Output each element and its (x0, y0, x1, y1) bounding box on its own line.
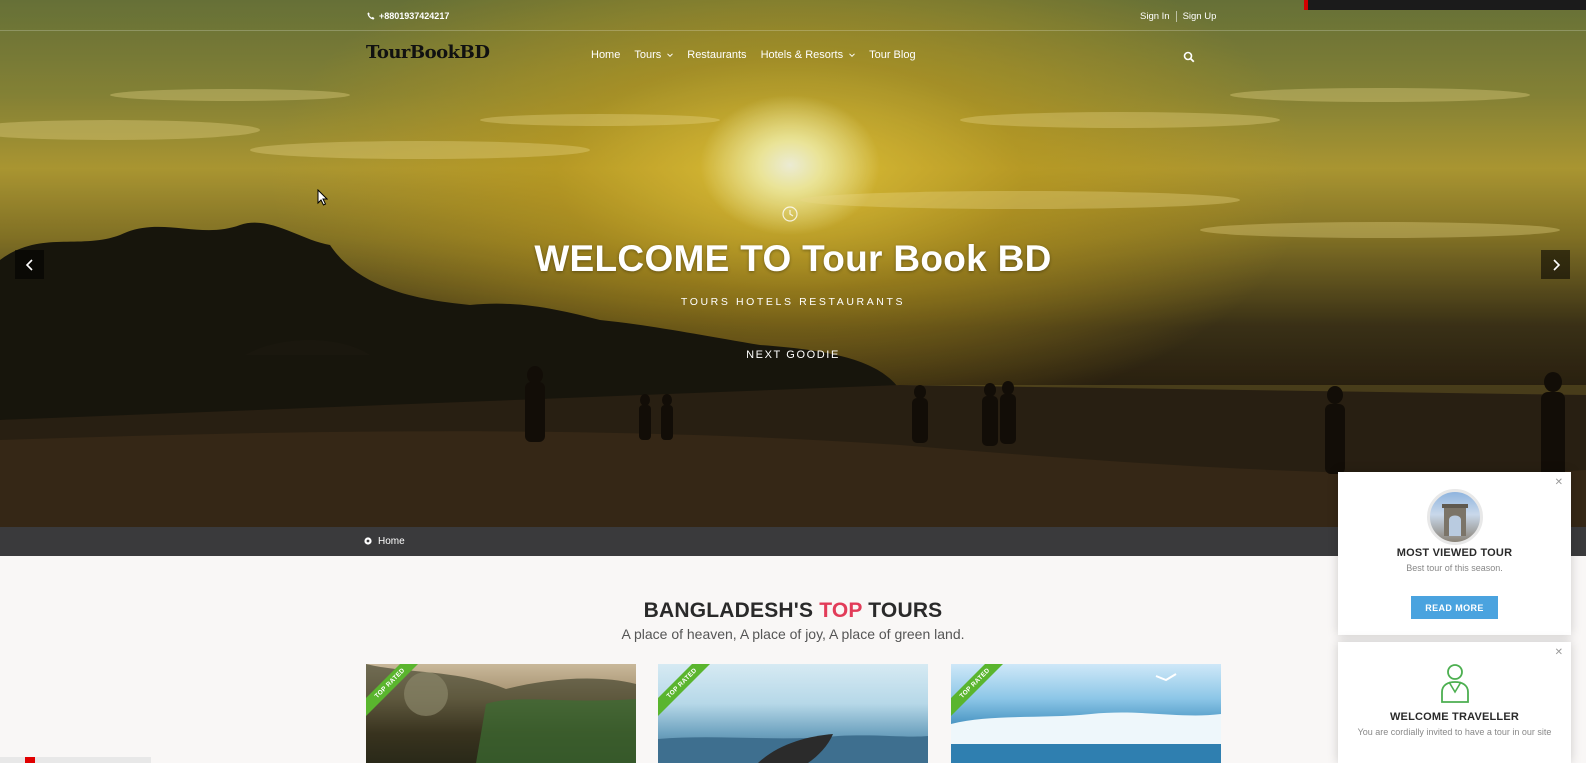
section-title-part1: BANGLADESH'S (643, 599, 820, 622)
sign-up-link[interactable]: Sign Up (1183, 11, 1217, 22)
phone-contact[interactable]: +8801937424217 (367, 11, 449, 21)
nav-item-blog[interactable]: Tour Blog (869, 49, 915, 61)
phone-icon (367, 12, 375, 20)
most-viewed-widget: ✕ MOST VIEWED TOUR Best tour of this sea… (1338, 472, 1571, 635)
nav-item-restaurants[interactable]: Restaurants (687, 49, 746, 61)
arrow-left-icon (25, 258, 33, 271)
close-icon[interactable]: ✕ (1555, 477, 1563, 488)
video-overlay-bar (1304, 0, 1586, 10)
widget-subtitle: You are cordially invited to have a tour… (1357, 727, 1552, 737)
top-rated-ribbon (658, 664, 710, 716)
nav-label-home: Home (591, 49, 621, 61)
read-more-button[interactable]: READ MORE (1411, 596, 1498, 619)
map-pin-icon (364, 537, 372, 545)
monument-image (1442, 504, 1468, 536)
nav-label-blog: Tour Blog (869, 49, 916, 61)
welcome-widget: ✕ WELCOME TRAVELLER You are cordially in… (1338, 642, 1571, 763)
section-title-part2: TOURS (862, 599, 943, 622)
hero-title: WELCOME TO Tour Book BD (534, 238, 1052, 279)
top-bar: +8801937424217 Sign In Sign Up (0, 0, 1586, 31)
top-rated-ribbon (366, 664, 418, 716)
widget-subtitle: Best tour of this season. (1406, 563, 1503, 573)
tour-thumbnail (1427, 489, 1483, 545)
widget-title: WELCOME TRAVELLER (1389, 711, 1520, 723)
cursor-icon (317, 189, 328, 206)
arrow-right-icon (1552, 258, 1560, 271)
traveller-icon (1441, 664, 1469, 703)
nav-label-hotels: Hotels & Resorts (760, 49, 844, 61)
breadcrumb-home-label: Home (378, 536, 405, 547)
phone-number: +8801937424217 (379, 11, 450, 21)
sign-in-link[interactable]: Sign In (1140, 11, 1170, 22)
close-icon[interactable]: ✕ (1555, 647, 1563, 658)
tour-card[interactable]: TOP RATED (658, 664, 928, 763)
slider-next-button[interactable] (1541, 250, 1570, 279)
nav-label-restaurants: Restaurants (687, 49, 747, 61)
tour-card[interactable]: TOP RATED (951, 664, 1221, 763)
page: +8801937424217 Sign In Sign Up TourBookB… (0, 0, 1586, 763)
site-logo[interactable]: TourBookBD (366, 42, 490, 63)
chevron-down-icon (667, 53, 674, 58)
widget-title: MOST VIEWED TOUR (1396, 547, 1513, 559)
nav-item-home[interactable]: Home (591, 49, 620, 61)
video-progress-fill (25, 757, 35, 763)
hero-subtitle: TOURS HOTELS RESTAURANTS (680, 296, 906, 308)
nav-label-tours: Tours (634, 49, 662, 61)
slider-prev-button[interactable] (15, 250, 44, 279)
tour-card[interactable]: TOP RATED (366, 664, 636, 763)
main-nav: Home Tours Restaurants Hotels & Resorts … (591, 49, 916, 61)
nav-item-tours[interactable]: Tours (634, 49, 674, 61)
auth-divider (1175, 11, 1177, 22)
auth-links: Sign In Sign Up (1140, 11, 1216, 22)
clock-icon (782, 206, 798, 222)
next-slide-button[interactable]: NEXT GOODIE (0, 349, 1586, 361)
video-progress-bar[interactable] (0, 757, 151, 763)
chevron-down-icon (849, 53, 855, 58)
hero-slider: +8801937424217 Sign In Sign Up TourBookB… (0, 0, 1586, 527)
section-title-highlight: TOP (819, 599, 863, 622)
nav-item-hotels[interactable]: Hotels & Resorts (761, 49, 856, 61)
search-icon[interactable] (1183, 51, 1195, 63)
top-rated-ribbon (951, 664, 1003, 716)
breadcrumb-home[interactable]: Home (364, 536, 405, 547)
